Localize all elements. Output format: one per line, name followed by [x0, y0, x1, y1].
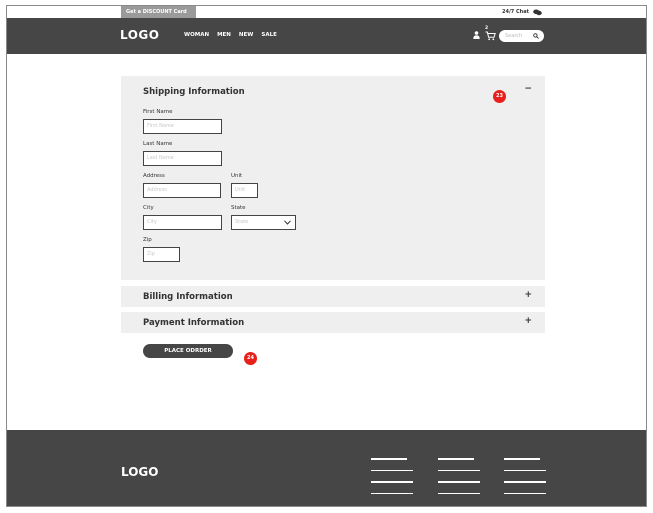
shipping-panel: Shipping Information − 23 First Name Fir…: [121, 76, 545, 280]
unit-field[interactable]: Unit: [231, 183, 258, 198]
search-placeholder: Search: [505, 33, 523, 39]
payment-panel[interactable]: Payment Information +: [121, 312, 545, 333]
first-name-field[interactable]: First Name: [143, 119, 222, 134]
annotation-badge-23: 23: [493, 90, 506, 103]
shipping-collapse-toggle[interactable]: −: [524, 84, 532, 94]
address-label: Address: [143, 173, 165, 179]
main-header: LOGO WOMAN MEN NEW SALE 2 Search: [7, 18, 646, 54]
last-name-label: Last Name: [143, 141, 173, 147]
page-frame: Get a DISCOUNT Card 24/7 Chat LOGO WOMAN…: [6, 5, 647, 507]
user-icon[interactable]: [473, 31, 480, 39]
billing-expand-toggle[interactable]: +: [524, 290, 532, 300]
address-field[interactable]: Address: [143, 183, 221, 198]
city-field[interactable]: City: [143, 215, 222, 230]
nav-item-woman[interactable]: WOMAN: [184, 32, 209, 38]
main-nav: WOMAN MEN NEW SALE: [184, 32, 277, 38]
billing-panel[interactable]: Billing Information +: [121, 286, 545, 307]
zip-label: Zip: [143, 237, 152, 243]
top-utility-bar: Get a DISCOUNT Card 24/7 Chat: [7, 6, 646, 18]
site-footer: LOGO: [7, 430, 646, 506]
last-name-field[interactable]: Last Name: [143, 151, 222, 166]
nav-item-sale[interactable]: SALE: [261, 32, 276, 38]
chat-link[interactable]: 24/7 Chat: [502, 6, 542, 18]
cart-icon: [485, 31, 496, 41]
chevron-down-icon: [284, 220, 291, 225]
payment-expand-toggle[interactable]: +: [524, 316, 532, 326]
annotation-badge-24: 24: [244, 352, 257, 365]
footer-logo[interactable]: LOGO: [121, 465, 158, 479]
unit-label: Unit: [231, 173, 243, 179]
state-label: State: [231, 205, 246, 211]
chat-label: 24/7 Chat: [502, 9, 529, 15]
footer-link-column-3: [504, 458, 546, 504]
zip-field[interactable]: Zip: [143, 247, 180, 262]
nav-item-men[interactable]: MEN: [217, 32, 231, 38]
header-logo[interactable]: LOGO: [120, 28, 159, 42]
payment-title[interactable]: Payment Information: [143, 318, 244, 328]
discount-card-link[interactable]: Get a DISCOUNT Card: [121, 6, 196, 18]
footer-link-column-2: [438, 458, 480, 504]
header-icons: 2: [473, 26, 496, 41]
first-name-label: First Name: [143, 109, 173, 115]
shipping-title[interactable]: Shipping Information: [143, 87, 245, 97]
chat-bubbles-icon: [533, 9, 542, 15]
footer-link-column-1: [371, 458, 413, 504]
search-input[interactable]: Search: [499, 30, 544, 42]
billing-title[interactable]: Billing Information: [143, 292, 233, 302]
city-label: City: [143, 205, 154, 211]
state-select[interactable]: State: [231, 215, 296, 230]
place-order-button[interactable]: PLACE ODRDER: [143, 344, 233, 358]
search-icon[interactable]: [533, 33, 539, 39]
nav-item-new[interactable]: NEW: [239, 32, 253, 38]
cart-button[interactable]: 2: [484, 26, 496, 41]
state-placeholder: State: [235, 219, 249, 225]
